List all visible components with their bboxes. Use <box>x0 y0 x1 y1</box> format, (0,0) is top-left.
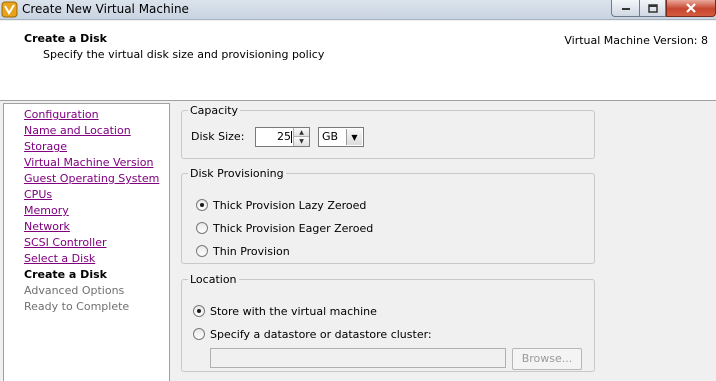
step-cpus[interactable]: CPUs <box>24 187 159 203</box>
radio-label-thick-lazy-zeroed[interactable]: Thick Provision Lazy Zeroed <box>213 199 366 212</box>
wizard-steps-panel: Configuration Name and Location Storage … <box>3 103 170 381</box>
step-ready-to-complete: Ready to Complete <box>24 300 130 313</box>
radio-label-specify-datastore[interactable]: Specify a datastore or datastore cluster… <box>210 328 432 341</box>
vm-version-label: Virtual Machine Version: 8 <box>564 34 708 47</box>
spinner-up-button[interactable]: ▲ <box>293 128 309 137</box>
radio-label-thin-provision[interactable]: Thin Provision <box>213 245 290 258</box>
wizard-content: Capacity Disk Size: 25 ▲ ▼ GB ▼ Disk Pro… <box>171 103 716 381</box>
disk-unit-select[interactable]: GB ▼ <box>318 127 364 147</box>
disk-size-spinner[interactable]: 25 ▲ ▼ <box>255 127 310 147</box>
text-caret <box>291 131 292 143</box>
minimize-icon <box>621 8 630 10</box>
step-memory[interactable]: Memory <box>24 203 159 219</box>
page-subtitle: Specify the virtual disk size and provis… <box>43 48 325 61</box>
radio-thick-lazy-zeroed[interactable] <box>196 199 208 211</box>
capacity-legend: Capacity <box>190 104 239 117</box>
disk-unit-value: GB <box>322 130 339 143</box>
chevron-down-icon: ▼ <box>351 132 358 142</box>
capacity-group: Capacity Disk Size: 25 ▲ ▼ GB ▼ <box>181 104 595 159</box>
step-scsi-controller[interactable]: SCSI Controller <box>24 235 159 251</box>
step-vm-version[interactable]: Virtual Machine Version <box>24 155 159 171</box>
browse-button[interactable]: Browse... <box>512 348 582 370</box>
radio-label-store-with-vm[interactable]: Store with the virtual machine <box>210 305 377 318</box>
page-title: Create a Disk <box>24 32 107 45</box>
radio-thick-eager-zeroed[interactable] <box>196 222 208 234</box>
wizard-header: Create a Disk Specify the virtual disk s… <box>0 21 716 101</box>
dropdown-button[interactable]: ▼ <box>346 129 362 145</box>
step-configuration[interactable]: Configuration <box>24 107 159 123</box>
radio-thin-provision[interactable] <box>196 245 208 257</box>
minimize-button[interactable] <box>611 0 639 17</box>
datastore-field[interactable] <box>210 348 506 368</box>
step-guest-os[interactable]: Guest Operating System <box>24 171 159 187</box>
spinner-down-button[interactable]: ▼ <box>293 137 309 146</box>
close-icon <box>686 3 696 13</box>
step-storage[interactable]: Storage <box>24 139 159 155</box>
step-name-and-location[interactable]: Name and Location <box>24 123 159 139</box>
disk-size-label: Disk Size: <box>191 130 245 143</box>
disk-size-value[interactable]: 25 <box>277 130 291 143</box>
disk-provisioning-legend: Disk Provisioning <box>190 167 284 180</box>
maximize-icon <box>647 3 658 13</box>
step-select-a-disk[interactable]: Select a Disk <box>24 251 159 267</box>
vsphere-logo-icon <box>1 1 18 18</box>
window-title: Create New Virtual Machine <box>22 2 189 16</box>
arrow-up-icon: ▲ <box>299 128 304 136</box>
wizard-steps-list: Configuration Name and Location Storage … <box>24 107 159 315</box>
step-create-a-disk: Create a Disk <box>24 268 107 281</box>
arrow-down-icon: ▼ <box>299 138 304 145</box>
step-network[interactable]: Network <box>24 219 159 235</box>
step-advanced-options: Advanced Options <box>24 284 125 297</box>
radio-label-thick-eager-zeroed[interactable]: Thick Provision Eager Zeroed <box>213 222 373 235</box>
location-legend: Location <box>190 273 237 286</box>
close-button[interactable] <box>666 0 716 17</box>
title-bar[interactable]: Create New Virtual Machine <box>0 0 716 20</box>
radio-specify-datastore[interactable] <box>193 328 205 340</box>
radio-store-with-vm[interactable] <box>193 305 205 317</box>
disk-provisioning-group: Disk Provisioning Thick Provision Lazy Z… <box>181 167 595 264</box>
location-group: Location Store with the virtual machine … <box>181 273 595 372</box>
maximize-button[interactable] <box>639 0 666 17</box>
